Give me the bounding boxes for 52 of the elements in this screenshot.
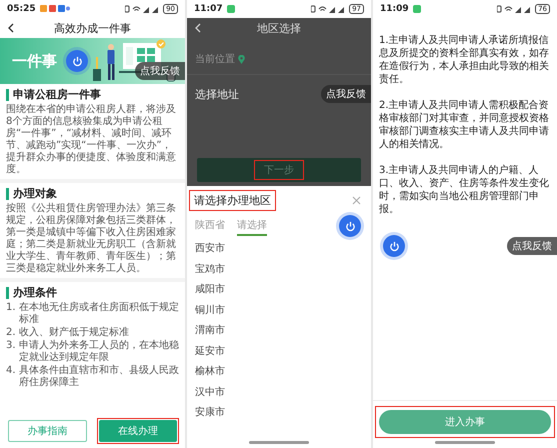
city-option[interactable]: 渭南市 [195, 321, 225, 342]
address-label[interactable]: 选择地址 [195, 86, 239, 102]
notification-icons-drawing [40, 5, 70, 13]
list-text: 收入、财产低于规定标准 [19, 327, 130, 339]
list-number: 4. [6, 365, 17, 378]
signal-wifi-icons-drawing [497, 5, 532, 13]
notification-icons-drawing [412, 5, 421, 13]
power-icon [388, 240, 400, 252]
city-option[interactable]: 延安市 [195, 342, 225, 362]
terms-paragraph: 3.主申请人及共同申请人的户籍、人口、收入、资产、住房等条件发生变化时，需如实向当地公租房管理部门申报。 [379, 164, 550, 216]
floating-power-button[interactable] [383, 235, 405, 257]
signal-wifi-icons-drawing [311, 5, 346, 13]
location-label: 当前位置 [195, 52, 235, 66]
status-time: 11:09 [380, 4, 409, 14]
banner-title: 一件事 [12, 52, 57, 70]
section-heading: 办理条件 [6, 287, 179, 299]
page-title: 高效办成一件事 [54, 20, 131, 36]
notification-icons-drawing [226, 5, 235, 13]
floating-power-button[interactable] [339, 215, 361, 237]
list-text: 申请人为外来务工人员的，在本地稳定就业达到规定年限 [19, 340, 179, 364]
city-option[interactable]: 咸阳市 [195, 280, 225, 300]
page-title: 地区选择 [257, 20, 301, 36]
city-option[interactable]: 安康市 [195, 403, 225, 424]
list-number: 3. [6, 340, 17, 353]
status-time: 11:07 [194, 4, 223, 14]
section-text: 围绕在本省的申请公租房人群，将涉及8个方面的信息核验集成为申请公租房“一件事”，“减材料、减时间、减环节、减跑动”实现“一件事、一次办”，提升群众办事的便捷度、体验度和满意度。 [6, 104, 177, 176]
status-time: 05:25 [7, 4, 36, 14]
sheet-title: 请选择办理地区 [193, 193, 272, 209]
list-number: 2. [6, 327, 17, 339]
power-icon [72, 56, 82, 66]
terms-paragraph: 1.主申请人及共同申请人承诺所填报信息及所提交的资料全部真实有效，如存在造假行为，本人承担由此导致的相关责任。 [379, 34, 550, 86]
terms-paragraph: 2.主申请人及共同申请人需积极配合资格审核部门对其审查，并同意授权资格审核部门调查核实主申请人及共同申请人的相关情况。 [379, 99, 550, 151]
next-label: 下一步 [263, 164, 295, 178]
feedback-button[interactable]: 点我反馈 [135, 62, 185, 80]
section-text: 按照《公共租赁住房管理办法》第三条规定，公租房保障对象包括三类群体，第一类是城镇中等偏下收入住房困难家庭；第二类是新就业无房职工（含新就业大学生、青年教师、青年医生）；第三类是稳定就业外来务工人员。 [6, 203, 177, 275]
location-pin-icon [238, 54, 245, 64]
city-option[interactable]: 宝鸡市 [195, 260, 225, 280]
city-option[interactable]: 西安市 [195, 239, 225, 260]
floating-power-button[interactable] [66, 50, 88, 72]
section-heading: 申请公租房一件事 [6, 89, 179, 101]
feedback-button[interactable]: 点我反馈 [321, 85, 371, 103]
city-option[interactable]: 榆林市 [195, 362, 225, 382]
back-icon[interactable] [8, 23, 14, 33]
city-option[interactable]: 汉中市 [195, 382, 225, 403]
list-number: 1. [6, 302, 17, 315]
power-icon [344, 220, 356, 232]
list-text: 具体条件由直辖市和市、县级人民政府住房保障主 [19, 365, 179, 389]
signal-wifi-icons-drawing [125, 5, 160, 13]
section-heading: 办理对象 [6, 188, 179, 200]
city-option[interactable]: 铜川市 [195, 300, 225, 321]
feedback-button[interactable]: 点我反馈 [507, 237, 557, 255]
list-text: 在本地无住房或者住房面积低于规定标准 [19, 302, 179, 326]
